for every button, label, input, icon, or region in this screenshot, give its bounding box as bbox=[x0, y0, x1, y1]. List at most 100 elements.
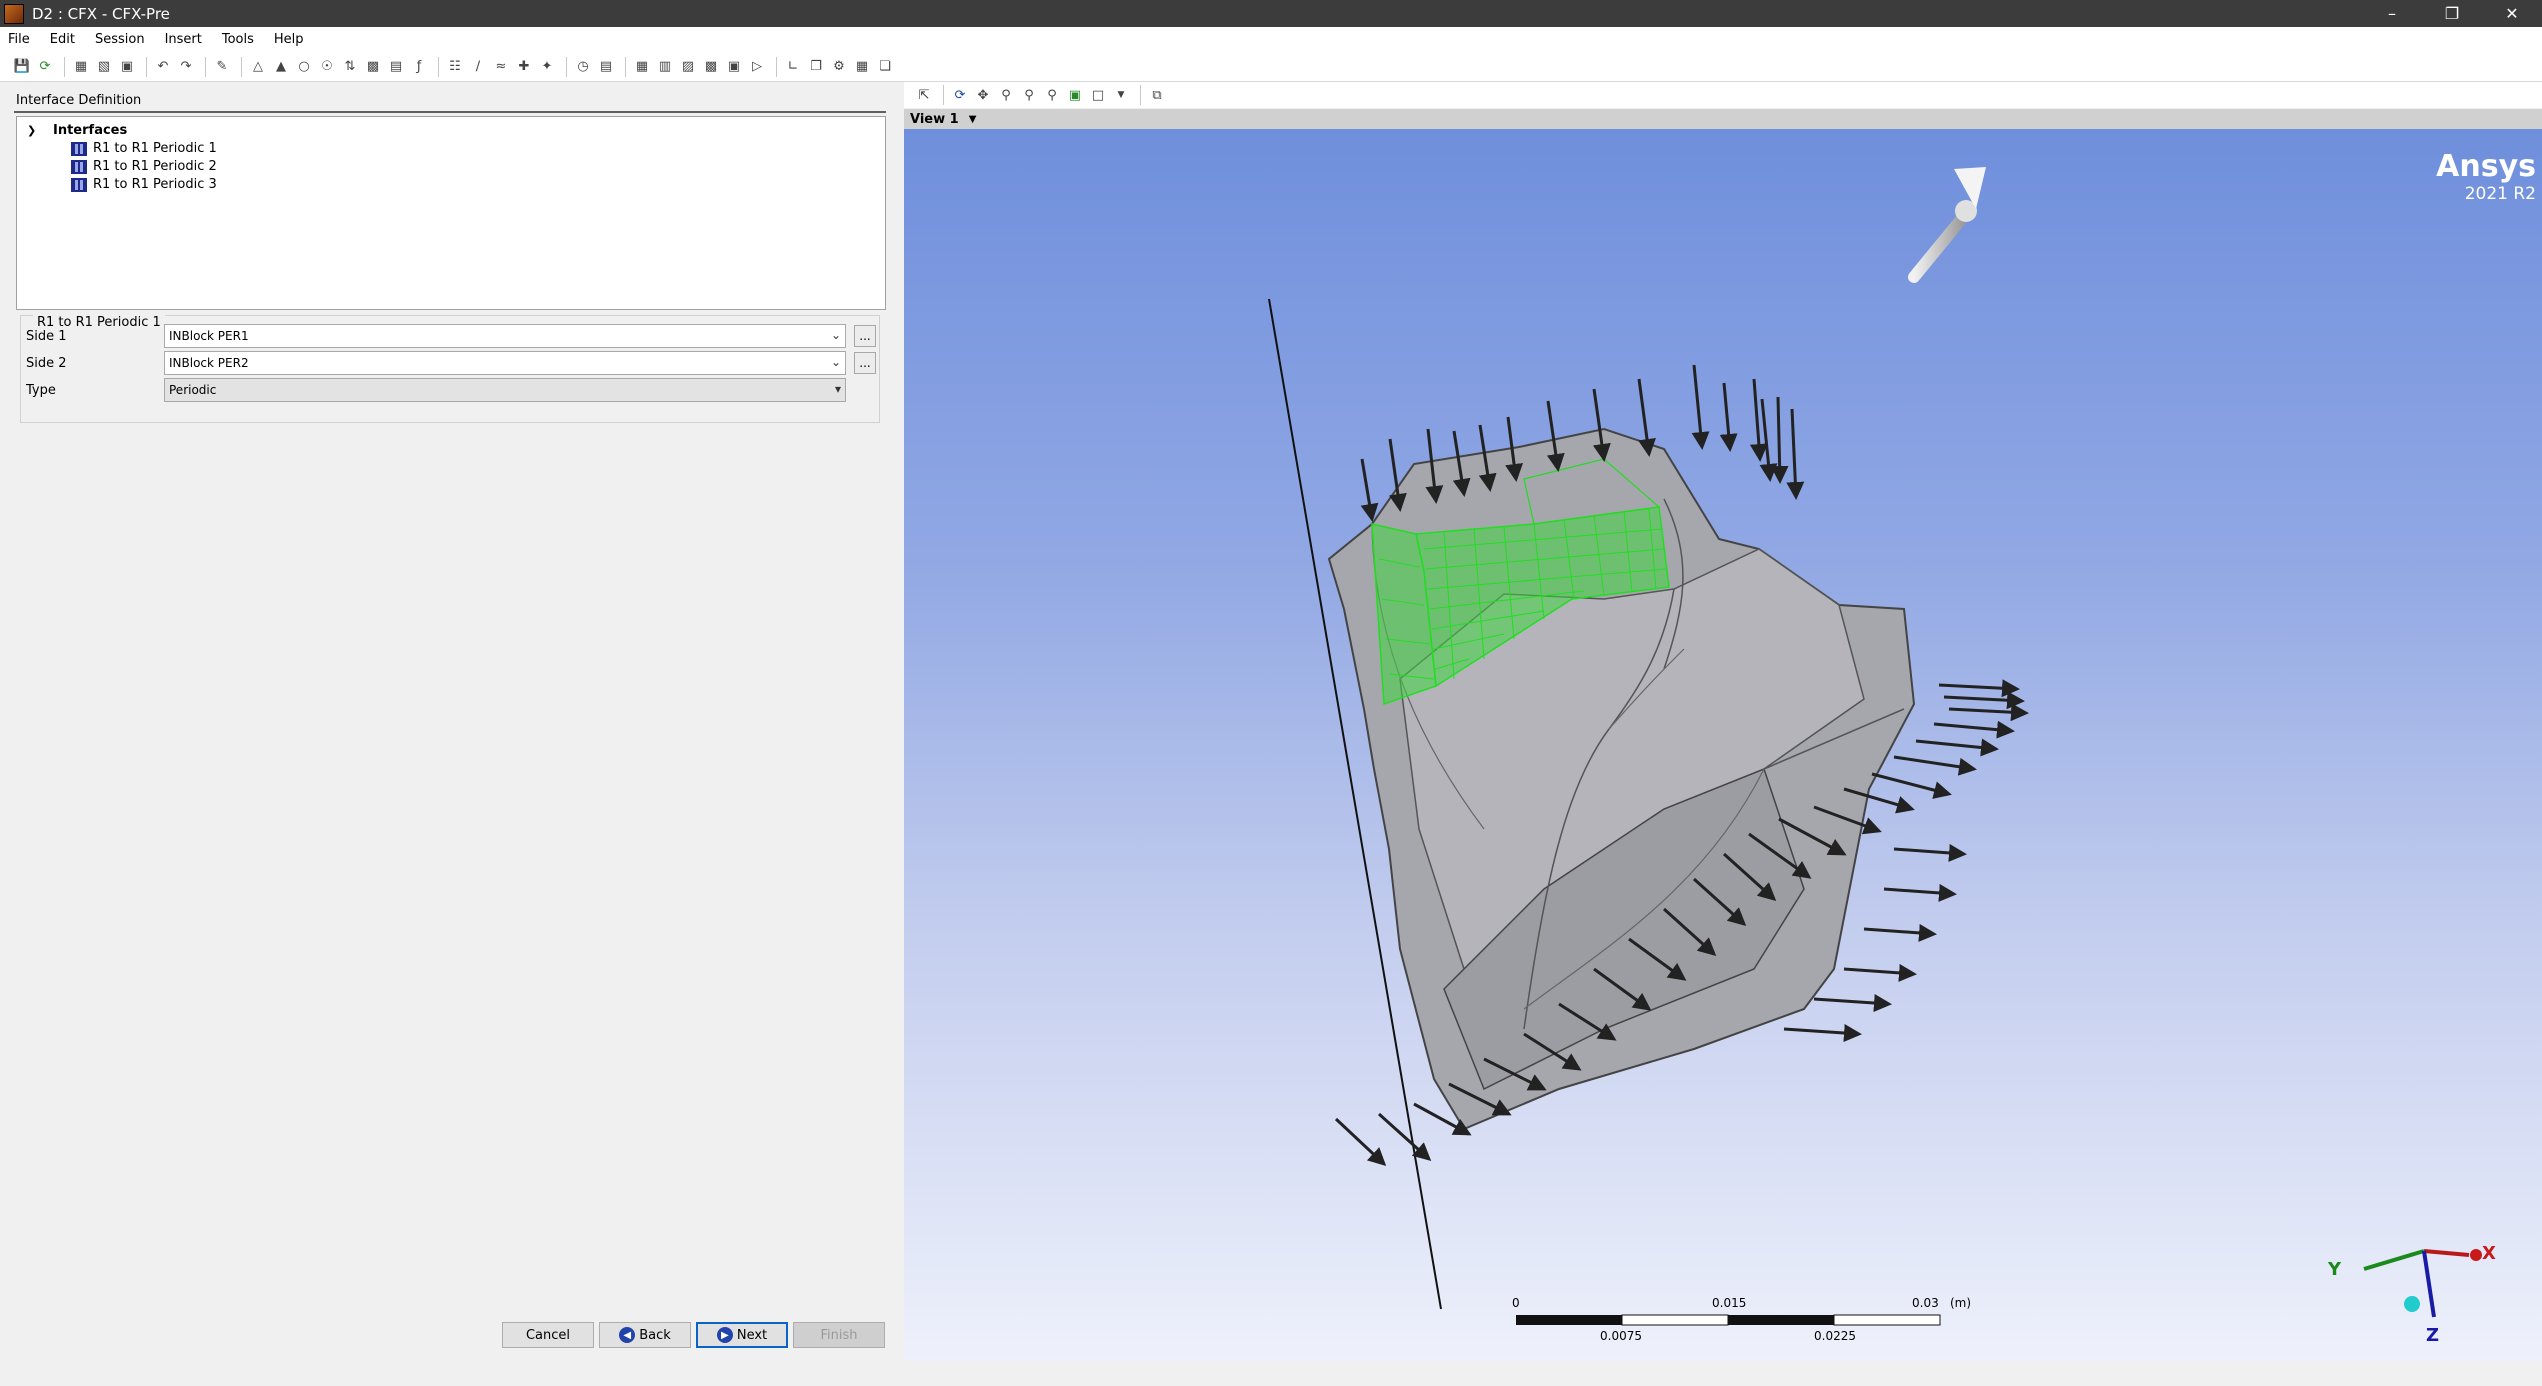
redo-icon[interactable]: ↷ bbox=[176, 57, 196, 77]
chevron-down-icon[interactable]: ▼ bbox=[1111, 85, 1131, 105]
type-label: Type bbox=[26, 383, 56, 398]
direction-arrow-icon bbox=[1908, 167, 1986, 283]
zoom-icon[interactable]: ⚲ bbox=[996, 85, 1016, 105]
group-title: R1 to R1 Periodic 1 bbox=[33, 315, 165, 330]
3d-viewport[interactable]: Ansys 2021 R2 0 0.015 0.03 (m) 0.0075 0.… bbox=[904, 129, 2542, 1361]
table-icon[interactable]: ▦ bbox=[852, 57, 872, 77]
solver-control-icon[interactable]: ▤ bbox=[596, 57, 616, 77]
back-button[interactable]: ◀ Back bbox=[599, 1322, 691, 1348]
view-selector[interactable]: View 1 ▼ bbox=[904, 109, 2542, 129]
reaction-icon[interactable]: ▤ bbox=[386, 57, 406, 77]
side1-browse-button[interactable]: ... bbox=[854, 325, 876, 347]
boundary-icon[interactable]: ▲ bbox=[271, 57, 291, 77]
analysis-type-icon[interactable]: ◷ bbox=[573, 57, 593, 77]
ruler-tick-0: 0 bbox=[1512, 1296, 1520, 1310]
domain-icon[interactable]: △ bbox=[248, 57, 268, 77]
geometry-canvas bbox=[1268, 167, 2482, 1326]
settings-icon[interactable]: ⚙ bbox=[829, 57, 849, 77]
point-icon[interactable]: ✚ bbox=[514, 57, 534, 77]
tab-underline bbox=[14, 111, 886, 113]
type-select[interactable]: Periodic ▾ bbox=[164, 378, 846, 402]
select-icon[interactable]: ⇱ bbox=[914, 85, 934, 105]
main-toolbar: 💾 ⟳ ▦ ▧ ▣ ↶ ↷ ✎ △ ▲ ○ ☉ ⇅ ▩ ▤ ƒ ☷ ∕ ≈ ✚ … bbox=[0, 52, 2542, 82]
monitor-icon[interactable]: ▥ bbox=[655, 57, 675, 77]
ruler-tick-003: 0.03 bbox=[1912, 1296, 1939, 1310]
axis-triad bbox=[2363, 1249, 2482, 1318]
tree-item-periodic-1[interactable]: R1 to R1 Periodic 1 bbox=[71, 141, 217, 156]
pan-icon[interactable]: ✥ bbox=[973, 85, 993, 105]
refresh-icon[interactable]: ⟳ bbox=[35, 57, 55, 77]
menu-tools[interactable]: Tools bbox=[222, 32, 254, 47]
rotate-icon[interactable]: ⟳ bbox=[950, 85, 970, 105]
source-point-icon[interactable]: ☉ bbox=[317, 57, 337, 77]
interfaces-tree: ❯ Interfaces R1 to R1 Periodic 1 R1 to R… bbox=[16, 116, 886, 310]
minimize-button[interactable]: – bbox=[2362, 0, 2422, 27]
define-run-icon[interactable]: ▷ bbox=[747, 57, 767, 77]
additional-variable-icon[interactable]: ▨ bbox=[678, 57, 698, 77]
side2-label: Side 2 bbox=[26, 356, 67, 371]
scale-ruler bbox=[1516, 1314, 1941, 1326]
back-arrow-icon: ◀ bbox=[619, 1327, 636, 1343]
dropdown-arrow-icon: ▾ bbox=[834, 382, 841, 396]
fit-view-icon[interactable]: ▣ bbox=[1065, 85, 1085, 105]
cancel-button[interactable]: Cancel bbox=[502, 1322, 594, 1348]
undo-icon[interactable]: ↶ bbox=[153, 57, 173, 77]
save-icon[interactable]: 💾 bbox=[12, 57, 32, 77]
restore-button[interactable]: ❐ bbox=[2422, 0, 2482, 27]
interface-icon bbox=[71, 141, 87, 156]
ruler-tick-00075: 0.0075 bbox=[1600, 1329, 1642, 1343]
tree-item-label: R1 to R1 Periodic 1 bbox=[93, 141, 217, 156]
solution-units-icon[interactable]: ▩ bbox=[701, 57, 721, 77]
next-label: Next bbox=[736, 1327, 768, 1343]
expression-icon[interactable]: ƒ bbox=[409, 57, 429, 77]
tree-root-interfaces[interactable]: ❯ Interfaces bbox=[27, 123, 127, 138]
back-label: Back bbox=[639, 1327, 671, 1343]
side2-select[interactable]: INBlock PER2 ⌄ bbox=[164, 351, 846, 375]
chevron-down-icon: ⌄ bbox=[830, 328, 841, 342]
interface-icon bbox=[71, 159, 87, 174]
interface-details-group: R1 to R1 Periodic 1 Side 1 INBlock PER1 … bbox=[20, 315, 880, 423]
menu-help[interactable]: Help bbox=[274, 32, 304, 47]
curve-icon[interactable]: ≈ bbox=[491, 57, 511, 77]
interface-icon bbox=[71, 177, 87, 192]
line-icon[interactable]: ∕ bbox=[468, 57, 488, 77]
next-button[interactable]: ▶ Next bbox=[696, 1322, 788, 1348]
type-value: Periodic bbox=[169, 383, 217, 397]
copy-icon[interactable]: ❐ bbox=[806, 57, 826, 77]
mesh-transform-icon[interactable]: ▧ bbox=[94, 57, 114, 77]
tree-item-label: R1 to R1 Periodic 2 bbox=[93, 159, 217, 174]
tree-item-periodic-3[interactable]: R1 to R1 Periodic 3 bbox=[71, 177, 217, 192]
material-icon[interactable]: ▩ bbox=[363, 57, 383, 77]
window-icon[interactable]: ❏ bbox=[875, 57, 895, 77]
next-arrow-icon: ▶ bbox=[716, 1327, 733, 1343]
viewport-layout-icon[interactable]: □ bbox=[1088, 85, 1108, 105]
screenshot-icon[interactable]: ▣ bbox=[117, 57, 137, 77]
ruler-tick-0015: 0.015 bbox=[1712, 1296, 1747, 1310]
zoom-fit-icon[interactable]: ⚲ bbox=[1042, 85, 1062, 105]
side2-browse-button[interactable]: ... bbox=[854, 352, 876, 374]
panel-tab-interface-definition[interactable]: Interface Definition bbox=[16, 93, 141, 108]
interface-icon[interactable]: ⇅ bbox=[340, 57, 360, 77]
window-title: D2 : CFX - CFX-Pre bbox=[32, 4, 170, 23]
menu-session[interactable]: Session bbox=[95, 32, 145, 47]
close-button[interactable]: ✕ bbox=[2482, 0, 2542, 27]
execution-control-icon[interactable]: ▣ bbox=[724, 57, 744, 77]
menu-edit[interactable]: Edit bbox=[50, 32, 75, 47]
expert-params-icon[interactable]: ∟ bbox=[783, 57, 803, 77]
menu-insert[interactable]: Insert bbox=[165, 32, 202, 47]
coordinate-frame-icon[interactable]: ✦ bbox=[537, 57, 557, 77]
finish-button: Finish bbox=[793, 1322, 885, 1348]
side1-select[interactable]: INBlock PER1 ⌄ bbox=[164, 324, 846, 348]
zoom-box-icon[interactable]: ⚲ bbox=[1019, 85, 1039, 105]
output-control-icon[interactable]: ▦ bbox=[632, 57, 652, 77]
tree-item-periodic-2[interactable]: R1 to R1 Periodic 2 bbox=[71, 159, 217, 174]
tree-root-label: Interfaces bbox=[53, 123, 128, 138]
mesh-adaption-icon[interactable]: ☷ bbox=[445, 57, 465, 77]
sync-views-icon[interactable]: ⧉ bbox=[1147, 85, 1167, 105]
collapse-icon[interactable]: ❯ bbox=[27, 124, 41, 137]
side1-label: Side 1 bbox=[26, 329, 67, 344]
edit-icon[interactable]: ✎ bbox=[212, 57, 232, 77]
import-mesh-icon[interactable]: ▦ bbox=[71, 57, 91, 77]
menu-file[interactable]: File bbox=[8, 32, 30, 47]
subdomain-icon[interactable]: ○ bbox=[294, 57, 314, 77]
